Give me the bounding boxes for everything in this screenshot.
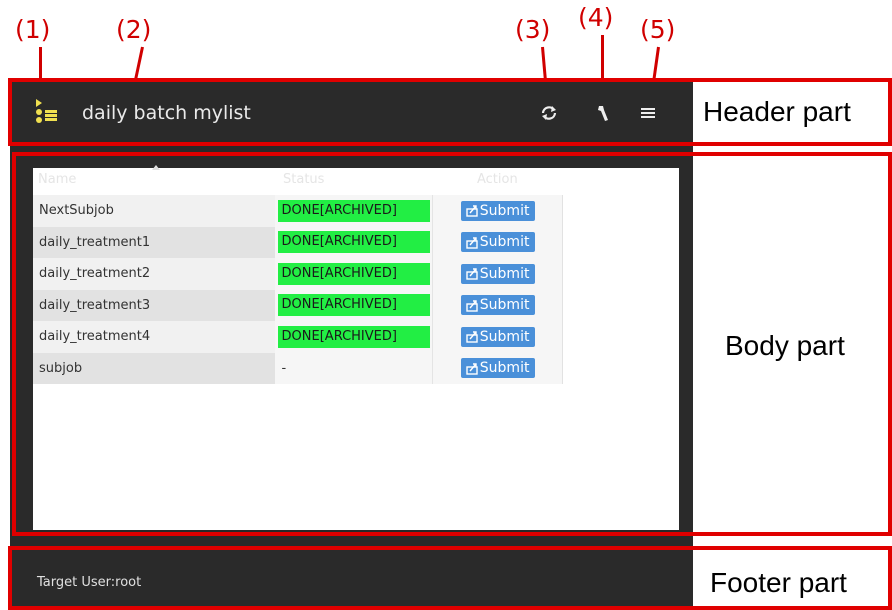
body-part-outline xyxy=(12,152,892,536)
callout-2: (2) xyxy=(116,15,152,44)
footer-part-outline xyxy=(8,546,892,610)
header-part-outline xyxy=(8,78,892,146)
callout-1: (1) xyxy=(15,15,51,44)
callout-5: (5) xyxy=(640,15,676,44)
callout-3: (3) xyxy=(515,15,551,44)
callout-4: (4) xyxy=(578,3,614,32)
